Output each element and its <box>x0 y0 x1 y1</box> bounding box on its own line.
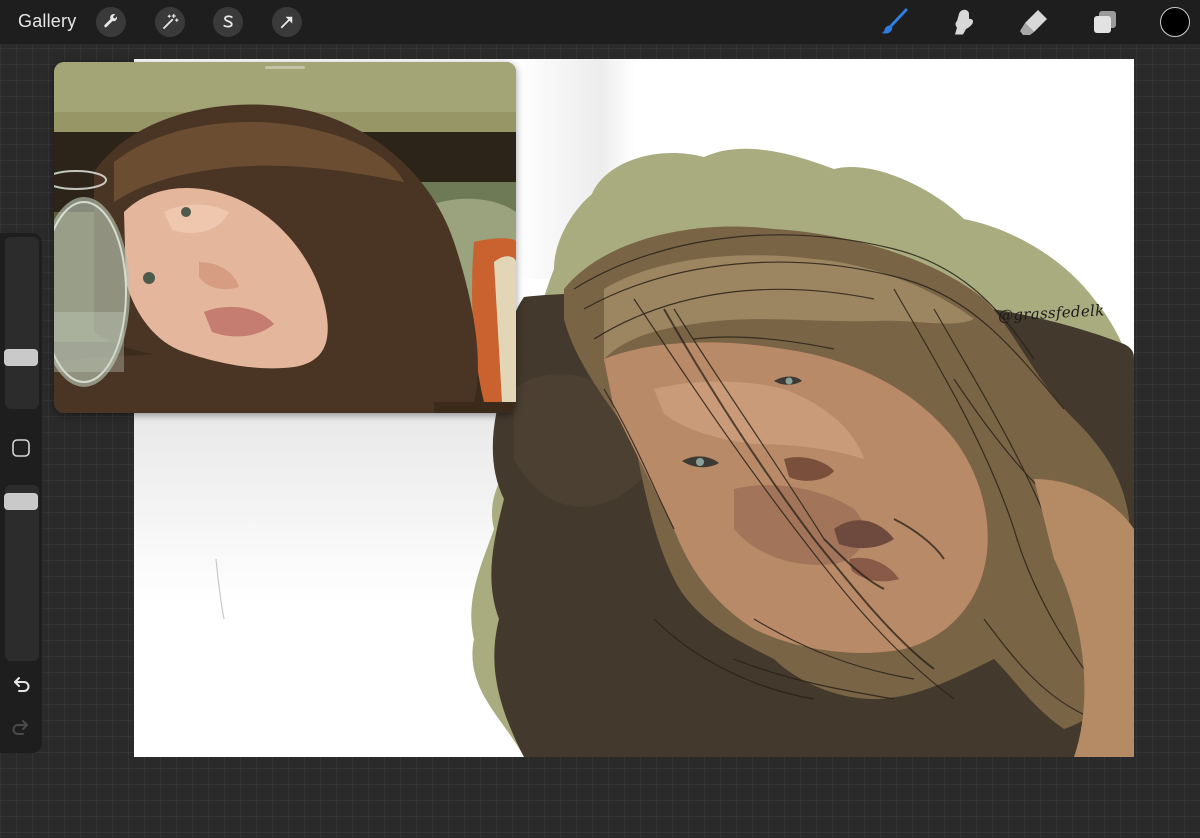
smudge-tool-button[interactable] <box>948 6 980 38</box>
layers-button[interactable] <box>1089 6 1121 38</box>
smudge-icon <box>955 9 973 35</box>
reference-window-handle[interactable] <box>265 66 305 69</box>
selection-s-icon <box>223 15 233 28</box>
brush-size-slider[interactable] <box>4 237 39 409</box>
reference-photo <box>54 62 516 413</box>
brush-opacity-slider-thumb[interactable] <box>4 493 38 510</box>
magic-wand-icon <box>163 13 179 29</box>
paint-tool-button[interactable] <box>878 6 910 38</box>
square-modifier-icon <box>12 439 30 457</box>
brush-opacity-slider[interactable] <box>4 485 39 661</box>
transform-arrow-icon <box>280 16 293 29</box>
transform-button[interactable] <box>272 7 302 37</box>
undo-button[interactable] <box>8 672 34 698</box>
redo-button[interactable] <box>8 715 34 741</box>
layers-icon <box>1094 11 1116 33</box>
brush-icon <box>881 8 908 34</box>
undo-icon <box>14 677 30 692</box>
redo-icon <box>12 720 28 735</box>
color-picker-swatch[interactable] <box>1160 7 1190 37</box>
gallery-button[interactable]: Gallery <box>18 11 76 32</box>
actions-button[interactable] <box>96 7 126 37</box>
erase-tool-button[interactable] <box>1018 6 1050 38</box>
selection-button[interactable] <box>213 7 243 37</box>
reference-image-window[interactable] <box>54 62 516 413</box>
wrench-icon <box>104 14 118 28</box>
brush-size-slider-thumb[interactable] <box>4 349 38 366</box>
modify-button[interactable] <box>8 435 34 461</box>
adjustments-button[interactable] <box>155 7 185 37</box>
top-toolbar: Gallery <box>0 0 1200 44</box>
left-sidebar <box>0 233 42 753</box>
eraser-icon <box>1020 10 1047 35</box>
